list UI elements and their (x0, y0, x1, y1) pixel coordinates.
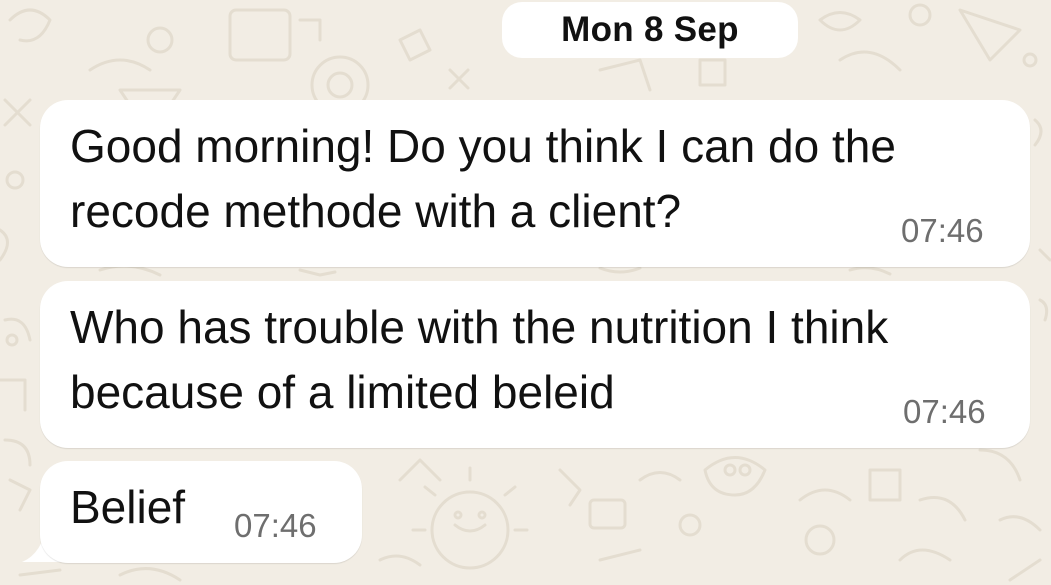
message-timestamp: 07:46 (234, 507, 317, 544)
message-text-line: Who has trouble with the nutrition I thi… (70, 301, 889, 353)
message-timestamp: 07:46 (901, 212, 984, 249)
message-bubble[interactable]: Who has trouble with the nutrition I thi… (40, 281, 1030, 448)
message-text-line: Good morning! Do you think I can do the (70, 120, 896, 172)
message-text-line: recode methode with a client? (70, 185, 682, 237)
date-header: Mon 8 Sep (502, 2, 798, 58)
message-timestamp: 07:46 (903, 393, 986, 430)
message-text-line: because of a limited beleid (70, 366, 615, 418)
message-bubble[interactable]: Good morning! Do you think I can do the … (40, 100, 1030, 267)
message-bubble[interactable]: Belief 07:46 (40, 461, 362, 563)
message-text-line: Belief (70, 481, 186, 533)
